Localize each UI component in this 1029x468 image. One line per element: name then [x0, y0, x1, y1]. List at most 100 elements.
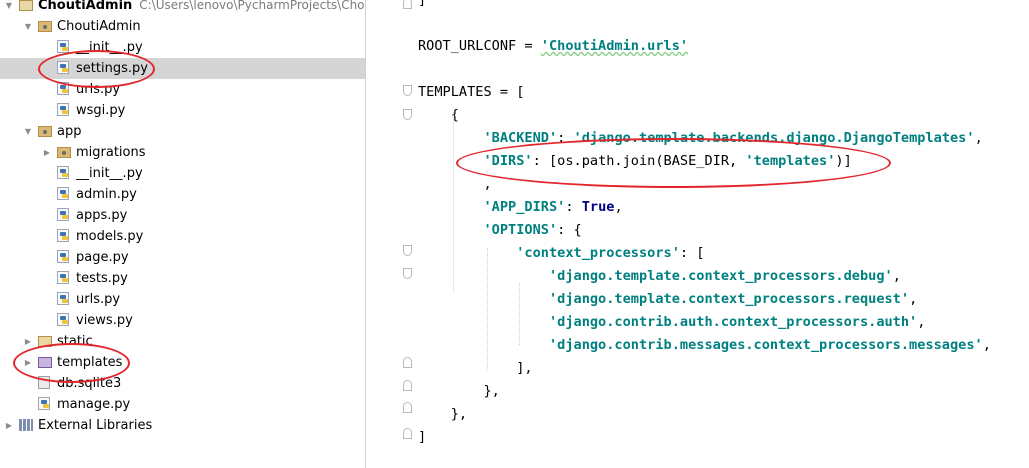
code-token: : [ — [679, 245, 705, 261]
code-line[interactable]: TEMPLATES = [ — [418, 81, 524, 103]
code-line[interactable]: 'DIRS': [os.path.join(BASE_DIR, 'templat… — [418, 150, 852, 172]
code-token: , — [917, 314, 926, 330]
code-line[interactable]: 'django.contrib.messages.context_process… — [418, 334, 991, 356]
tree-item-external-libraries[interactable]: ▶ External Libraries — [0, 415, 365, 436]
code-line[interactable]: 'django.template.context_processors.debu… — [418, 265, 901, 287]
tree-item-templates[interactable]: ▶ templates — [0, 352, 365, 373]
tree-item-label: migrations — [76, 145, 146, 160]
code-line[interactable]: 'BACKEND': 'django.template.backends.dja… — [418, 127, 983, 149]
fold-marker-icon[interactable] — [403, 109, 412, 120]
tree-item-label: static — [57, 334, 93, 349]
fold-marker-icon[interactable] — [403, 357, 412, 368]
tree-item-app[interactable]: ▼ app — [0, 121, 365, 142]
code-line[interactable]: }, — [418, 403, 467, 425]
tree-item-label: settings.py — [76, 61, 148, 76]
code-line[interactable]: 'OPTIONS': { — [418, 219, 581, 241]
expand-arrow-icon[interactable]: ▶ — [41, 142, 53, 163]
fold-marker-icon[interactable] — [403, 268, 412, 279]
tree-item-page-py[interactable]: page.py — [0, 247, 365, 268]
collapse-arrow-icon[interactable]: ▼ — [22, 16, 34, 37]
python-file-icon — [38, 397, 50, 410]
code-line[interactable]: ] — [418, 426, 426, 448]
code-line[interactable]: 'django.template.context_processors.requ… — [418, 288, 917, 310]
tree-item-label: ChoutiAdmin — [57, 19, 141, 34]
tree-item-label: manage.py — [57, 397, 131, 412]
project-tree[interactable]: ▼ ChoutiAdmin C:\Users\lenovo\PycharmProj… — [0, 0, 365, 468]
code-line[interactable]: }, — [418, 380, 499, 402]
project-root-name: ChoutiAdmin — [38, 0, 133, 13]
tree-item-admin-py[interactable]: admin.py — [0, 184, 365, 205]
fold-marker-icon[interactable] — [403, 85, 412, 96]
tree-item-choutiadmin[interactable]: ▼ ChoutiAdmin — [0, 16, 365, 37]
python-file-icon — [57, 250, 69, 263]
string-literal: 'django.contrib.auth.context_processors.… — [548, 314, 918, 330]
string-literal: 'BACKEND' — [483, 130, 558, 146]
string-literal: 'APP_DIRS' — [483, 199, 566, 215]
fold-marker-icon[interactable] — [403, 380, 412, 391]
package-folder-icon — [38, 21, 52, 32]
python-file-icon — [57, 292, 69, 305]
string-literal: 'context_processors' — [516, 245, 680, 261]
tree-item-urls-py[interactable]: urls.py — [0, 289, 365, 310]
project-root-row[interactable]: ▼ ChoutiAdmin C:\Users\lenovo\PycharmProj… — [0, 0, 365, 16]
expand-arrow-icon[interactable]: ▶ — [3, 415, 15, 436]
tree-item-label: tests.py — [76, 271, 128, 286]
fold-marker-icon[interactable] — [403, 428, 412, 439]
tree-item-label: urls.py — [76, 292, 121, 307]
code-token: , — [892, 268, 901, 284]
tree-item-settings-py[interactable]: settings.py — [0, 58, 365, 79]
tree-item-tests-py[interactable]: tests.py — [0, 268, 365, 289]
libraries-icon — [19, 419, 33, 431]
tree-item-static[interactable]: ▶ static — [0, 331, 365, 352]
python-file-icon — [57, 103, 69, 116]
fold-marker-icon[interactable] — [403, 0, 412, 9]
collapse-arrow-icon[interactable]: ▼ — [22, 121, 34, 142]
fold-marker-icon[interactable] — [403, 402, 412, 413]
tree-item-models-py[interactable]: models.py — [0, 226, 365, 247]
tree-item-db-sqlite3[interactable]: db.sqlite3 — [0, 373, 365, 394]
tree-item-init-py[interactable]: __init__.py — [0, 163, 365, 184]
python-file-icon — [57, 82, 69, 95]
tree-item-wsgi-py[interactable]: wsgi.py — [0, 100, 365, 121]
code-line[interactable]: ] — [418, 0, 426, 11]
project-root-path: C:\Users\lenovo\PycharmProjects\ChoutiAd… — [139, 0, 365, 12]
tree-item-urls-py[interactable]: urls.py — [0, 79, 365, 100]
code-line[interactable]: 'APP_DIRS': True, — [418, 196, 622, 218]
package-folder-icon — [38, 126, 52, 137]
package-dot-icon — [43, 25, 47, 29]
tree-item-label: admin.py — [76, 187, 137, 202]
code-line[interactable]: ], — [418, 357, 532, 379]
tree-item-init-py[interactable]: __init__.py — [0, 37, 365, 58]
expand-arrow-icon[interactable]: ▶ — [22, 352, 34, 373]
string-literal: 'django.template.context_processors.debu… — [548, 268, 893, 284]
collapse-arrow-icon[interactable]: ▼ — [3, 0, 15, 16]
code-line[interactable]: , — [418, 173, 491, 195]
tree-item-label: __init__.py — [76, 40, 143, 55]
string-literal: 'django.template.backends.django.DjangoT… — [573, 130, 975, 146]
package-folder-icon — [57, 147, 71, 158]
tree-item-migrations[interactable]: ▶ migrations — [0, 142, 365, 163]
python-file-icon — [57, 166, 69, 179]
code-line[interactable]: 'django.contrib.auth.context_processors.… — [418, 311, 925, 333]
code-line[interactable]: ROOT_URLCONF = 'ChoutiAdmin.urls' — [418, 35, 688, 57]
code-token: , — [909, 291, 918, 307]
expand-arrow-icon[interactable]: ▶ — [22, 331, 34, 352]
code-editor[interactable]: ] ROOT_URLCONF = 'ChoutiAdmin.urls' TEMPLA… — [366, 0, 1029, 468]
code-token: )] — [835, 153, 852, 169]
fold-marker-icon[interactable] — [403, 245, 412, 256]
string-literal: 'django.contrib.messages.context_process… — [548, 337, 983, 353]
tree-item-apps-py[interactable]: apps.py — [0, 205, 365, 226]
code-token: , — [974, 130, 983, 146]
tree-item-manage-py[interactable]: manage.py — [0, 394, 365, 415]
code-line[interactable]: 'context_processors': [ — [418, 242, 704, 264]
tree-item-views-py[interactable]: views.py — [0, 310, 365, 331]
string-literal: 'templates' — [745, 153, 836, 169]
tree-item-label: templates — [57, 355, 123, 370]
string-literal: 'django.template.context_processors.requ… — [548, 291, 910, 307]
